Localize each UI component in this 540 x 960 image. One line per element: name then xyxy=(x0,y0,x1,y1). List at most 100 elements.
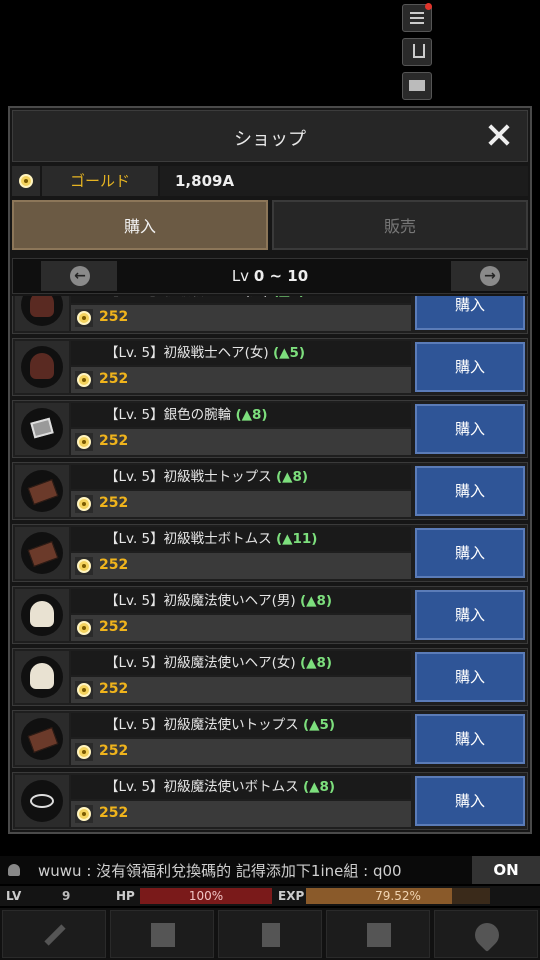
item-name-text: 【Lv. 5】銀色の腕輪 xyxy=(105,407,232,423)
exp-bar: 79.52% xyxy=(306,888,490,904)
price-coin-box xyxy=(75,805,93,823)
mail-button[interactable] xyxy=(402,72,432,100)
coin-icon xyxy=(77,435,91,449)
nav-button-sword[interactable] xyxy=(2,910,106,958)
item-stat-up: (▲8) xyxy=(299,655,333,671)
coin-icon xyxy=(19,174,33,188)
level-range-prefix: Lv xyxy=(231,267,250,285)
dragon-icon xyxy=(367,923,391,947)
mage-tops-icon xyxy=(21,718,63,760)
item-name: 【Lv. 5】初級戦士トップス (▲8) xyxy=(71,465,411,489)
item-price: 252 xyxy=(99,681,129,697)
item-price: 252 xyxy=(99,805,129,821)
buy-button[interactable]: 購入 xyxy=(415,776,525,826)
coin-icon xyxy=(77,683,91,697)
level-range-value: 0 ~ 10 xyxy=(253,267,309,285)
tab-buy[interactable]: 購入 xyxy=(12,200,268,250)
buy-button[interactable]: 購入 xyxy=(415,342,525,392)
item-icon-box xyxy=(15,465,69,517)
coin-icon xyxy=(77,497,91,511)
nav-button-book[interactable] xyxy=(218,910,322,958)
item-icon-box xyxy=(15,341,69,393)
nav-button-dragon[interactable] xyxy=(326,910,430,958)
item-price: 252 xyxy=(99,433,129,449)
menu-button[interactable] xyxy=(402,3,432,32)
buy-button[interactable]: 購入 xyxy=(415,590,525,640)
item-name: 【Lv. 5】初級戦士ヘア(女) (▲5) xyxy=(71,341,411,365)
item-price-bar: 252 xyxy=(71,615,411,641)
mage-hair-male-icon xyxy=(21,594,63,636)
coin-icon xyxy=(77,311,91,325)
exp-label: EXP xyxy=(278,889,305,903)
item-name-text: 【Lv. 5】初級戦士ボトムス xyxy=(105,531,272,547)
bottom-nav xyxy=(0,908,540,960)
item-price: 252 xyxy=(99,495,129,511)
item-stat-up: (▲5) xyxy=(272,345,306,361)
tab-sell[interactable]: 販売 xyxy=(272,200,528,250)
price-coin-box xyxy=(75,309,93,327)
buy-button[interactable]: 購入 xyxy=(415,714,525,764)
notification-dot xyxy=(425,3,432,10)
gold-coin-box xyxy=(12,166,40,196)
item-icon-box xyxy=(15,651,69,703)
shop-item-row: 【Lv. 5】初級魔法使いボトムス (▲8) 252 購入 xyxy=(12,772,528,830)
item-price: 252 xyxy=(99,309,129,325)
nav-button-shirt[interactable] xyxy=(110,910,214,958)
item-name-text: 【Lv. 5】初級魔法使いヘア(男) xyxy=(105,593,296,609)
item-name-text: 【Lv. 5】初級戦士トップス xyxy=(105,469,272,485)
item-icon-box xyxy=(15,589,69,641)
download-button[interactable] xyxy=(402,38,432,66)
shop-item-row: 【Lv. 5】初級魔法使いヘア(女) (▲8) 252 購入 xyxy=(12,648,528,706)
item-price-bar: 252 xyxy=(71,305,411,331)
item-stat-up: (▲8) xyxy=(235,407,268,423)
price-coin-box xyxy=(75,557,93,575)
chat-bar: wuwu : 沒有領福利兌換碼的 記得添加下1ine組 : q00 ON xyxy=(0,856,540,884)
gold-row: ゴールド 1,809A xyxy=(12,166,528,196)
level-range-bar: ← Lv 0 ~ 10 → xyxy=(12,258,528,294)
lv-value: 9 xyxy=(62,889,71,903)
shop-item-row: 【Lv. 5】初級戦士ボトムス (▲11) 252 購入 xyxy=(12,524,528,582)
item-price: 252 xyxy=(99,557,129,573)
item-name: 【Lv. 5】初級戦士ヘア(男) (▲5) xyxy=(71,296,411,303)
item-stat-up: (▲11) xyxy=(275,531,318,547)
item-name: 【Lv. 5】初級魔法使いヘア(男) (▲8) xyxy=(71,589,411,613)
buy-button[interactable]: 購入 xyxy=(415,296,525,330)
item-price-bar: 252 xyxy=(71,429,411,455)
price-coin-box xyxy=(75,433,93,451)
item-price: 252 xyxy=(99,619,129,635)
coin-icon xyxy=(77,745,91,759)
item-name: 【Lv. 5】銀色の腕輪 (▲8) xyxy=(71,403,411,427)
lv-label: LV xyxy=(6,889,22,903)
buy-button[interactable]: 購入 xyxy=(415,404,525,454)
item-list[interactable]: 【Lv. 5】初級戦士ヘア(男) (▲5)252購入【Lv. 5】初級戦士ヘア(… xyxy=(12,296,528,832)
item-icon-box xyxy=(15,403,69,455)
item-icon-box xyxy=(15,296,69,331)
shop-item-row: 【Lv. 5】初級魔法使いヘア(男) (▲8) 252 購入 xyxy=(12,586,528,644)
nav-button-heart[interactable] xyxy=(434,910,538,958)
buy-button[interactable]: 購入 xyxy=(415,652,525,702)
book-icon xyxy=(262,923,280,947)
hair-male-icon xyxy=(21,296,63,326)
item-price-bar: 252 xyxy=(71,553,411,579)
mage-hair-female-icon xyxy=(21,656,63,698)
sword-icon xyxy=(44,924,66,946)
shop-item-row: 【Lv. 5】初級戦士ヘア(男) (▲5) 252 購入 xyxy=(12,296,528,334)
buy-button[interactable]: 購入 xyxy=(415,466,525,516)
item-stat-up: (▲8) xyxy=(299,593,333,609)
coin-icon xyxy=(77,621,91,635)
chat-toggle-button[interactable]: ON xyxy=(472,856,540,884)
close-icon[interactable] xyxy=(485,121,513,149)
shop-title: ショップ xyxy=(234,129,306,150)
item-icon-box xyxy=(15,713,69,765)
item-name-text: 【Lv. 5】初級魔法使いボトムス xyxy=(105,779,299,795)
item-price-bar: 252 xyxy=(71,491,411,517)
buy-button[interactable]: 購入 xyxy=(415,528,525,578)
bell-icon[interactable] xyxy=(8,864,20,876)
item-icon-box xyxy=(15,775,69,827)
item-icon-box xyxy=(15,527,69,579)
item-stat-up: (▲5) xyxy=(302,717,336,733)
item-stat-up: (▲5) xyxy=(273,296,305,299)
item-name: 【Lv. 5】初級戦士ボトムス (▲11) xyxy=(71,527,411,551)
level-next-button[interactable]: → xyxy=(451,261,527,291)
price-coin-box xyxy=(75,495,93,513)
